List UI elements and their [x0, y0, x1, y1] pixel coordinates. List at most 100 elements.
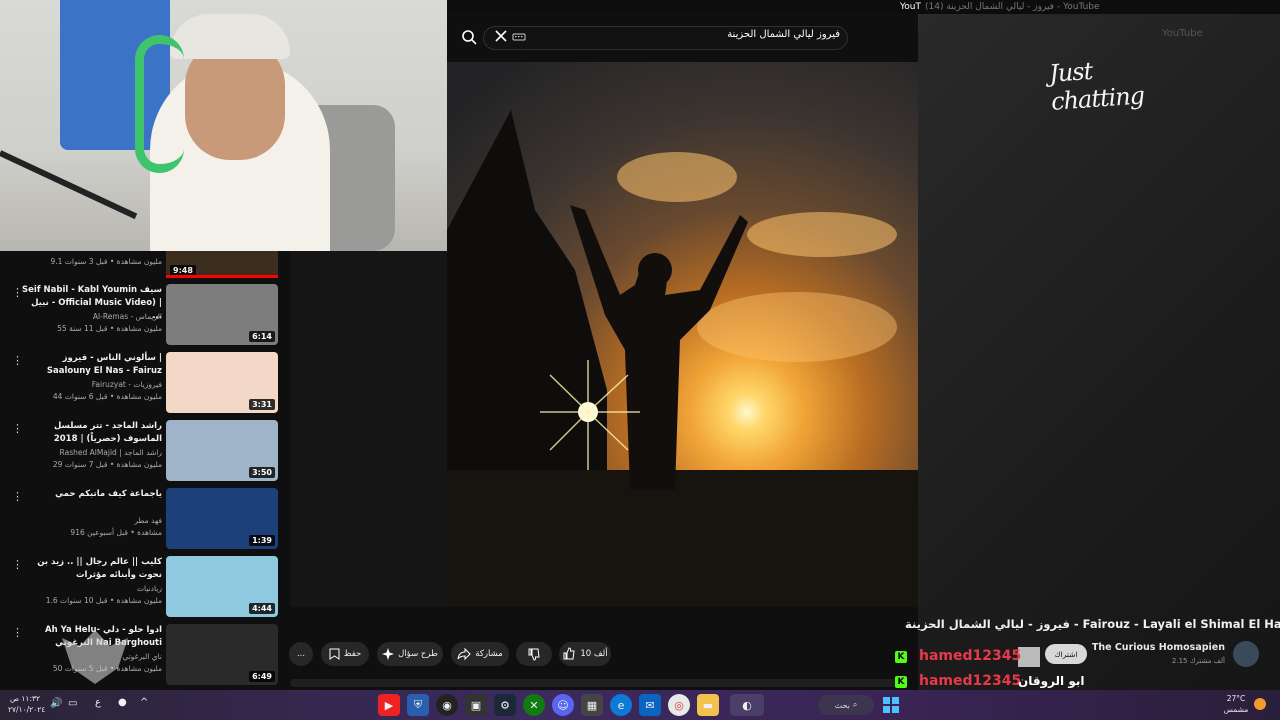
cloud — [747, 212, 897, 257]
duration: 3:50 — [249, 467, 275, 478]
channel-avatar[interactable] — [1233, 641, 1259, 667]
share-icon — [457, 647, 471, 661]
video-meta: 1.6 مليون مشاهدة • قبل 10 سنوات — [45, 596, 162, 605]
cloud — [617, 152, 737, 202]
more-button[interactable]: ... — [289, 642, 313, 666]
tab-title: YouT — [900, 2, 922, 12]
widgets-icon[interactable]: ◐ — [730, 694, 764, 716]
ask-button[interactable]: طرح سؤال — [377, 642, 443, 666]
mic-arm — [0, 150, 138, 220]
thumbnail[interactable]: 3:50 — [166, 420, 278, 481]
thumbnail[interactable]: 3:31 — [166, 352, 278, 413]
chrome-icon[interactable]: ◎ — [668, 694, 690, 716]
search-icon: ⌕ — [852, 700, 858, 709]
network-icon[interactable]: ▭ — [68, 698, 77, 709]
ground-silhouette — [447, 470, 918, 607]
youtube-logo: YouTube — [1162, 28, 1203, 39]
window-app-icon[interactable]: ▣ — [465, 694, 487, 716]
obs-icon[interactable]: ◉ — [436, 694, 458, 716]
thumbnail[interactable]: 6:49 — [166, 624, 278, 685]
chat-username: hamed12345 — [919, 673, 1022, 689]
more-vert-icon[interactable]: ⋮ — [12, 626, 23, 640]
video-title[interactable]: كليب || عالم رجال || .. زيد بن نحوت وأبن… — [22, 556, 162, 582]
youtube-app-icon[interactable]: ▶ — [378, 694, 400, 716]
xbox-icon[interactable]: ✕ — [523, 694, 545, 716]
more-vert-icon[interactable]: ⋮ — [12, 354, 23, 368]
volume-icon[interactable]: 🔊 — [50, 698, 62, 709]
shield-app-icon[interactable]: ⛨ — [407, 694, 429, 716]
clock[interactable]: ١١:٣٢ ص ٢٧/١٠/٢٠٢٤ — [8, 693, 45, 715]
ask-label: طرح سؤال — [398, 649, 438, 659]
more-vert-icon[interactable]: ⋮ — [12, 558, 23, 572]
dislike-button[interactable] — [516, 642, 552, 666]
search-query: فيروز ليالي الشمال الحزينة — [727, 29, 840, 40]
video-meta: 916 مشاهدة • قبل أسبوعين — [70, 528, 162, 537]
edge-icon[interactable]: e — [610, 694, 632, 716]
list-item[interactable]: ⋮ ياجماعة كيف ماتبكم حمي فهد مطر 916 مشاهدة… — [0, 486, 290, 550]
chat-message: ابو الروقان — [1018, 674, 1085, 688]
thumbnail[interactable]: 1:39 — [166, 488, 278, 549]
duration: 6:14 — [249, 331, 275, 342]
save-button[interactable]: حفظ — [321, 642, 369, 666]
mail-icon[interactable]: ✉ — [639, 694, 661, 716]
subscriber-count: 2.15 ألف مشترك — [1171, 657, 1225, 665]
channel-name[interactable]: Al-Remas - الريماس — [22, 312, 162, 321]
duration: 4:44 — [249, 603, 275, 614]
thumbnail[interactable]: 4:44 — [166, 556, 278, 617]
list-item[interactable]: ⋮ Ah Ya Helu- ادوا حلو - دلي البرغوتي Nai… — [0, 622, 290, 686]
chat-avatar — [1018, 647, 1040, 667]
just-chatting-logo: Just chatting — [1048, 56, 1145, 116]
thumbnail[interactable]: 9:48 — [166, 251, 278, 278]
close-icon[interactable] — [492, 27, 510, 45]
video-title[interactable]: سألوني الناس - فيروز | Saalouny El Nas -… — [22, 352, 162, 378]
store-icon[interactable]: ▦ — [581, 694, 603, 716]
sparkle-icon — [382, 648, 395, 660]
windows-start-icon[interactable] — [880, 694, 902, 716]
video-title: فيروز - ليالي الشمال الحزينة - Fairouz -… — [905, 617, 1280, 631]
list-item[interactable]: ⋮ Seif Nabil - Kabl Youmin سيف نبيل - Off… — [0, 282, 290, 346]
language-indicator[interactable]: ع — [95, 697, 101, 708]
taskbar-search[interactable]: بحث ⌕ — [818, 695, 874, 715]
weather-widget[interactable]: 27°C مشمس — [1218, 693, 1254, 715]
keyboard-icon[interactable] — [512, 29, 526, 43]
video-progress-bar[interactable] — [290, 679, 908, 687]
clock-time: ١١:٣٢ ص — [9, 694, 41, 703]
mic-icon[interactable]: ● — [118, 697, 127, 708]
more-vert-icon[interactable]: ⋮ — [12, 490, 23, 504]
chevron-up-icon[interactable]: ^ — [140, 697, 148, 708]
share-button[interactable]: مشاركة — [451, 642, 509, 666]
video-meta: 29 مليون مشاهدة • قبل 7 سنوات — [52, 460, 162, 469]
subscribe-button[interactable]: اشتراك — [1045, 644, 1087, 664]
thumbs-down-icon — [528, 648, 540, 661]
folder-icon[interactable]: ▬ — [697, 694, 719, 716]
video-meta: 55 مليون مشاهدة • قبل 11 سنة — [57, 324, 162, 333]
channel-name[interactable]: زيادنيات — [22, 584, 162, 593]
weather-desc: مشمس — [1223, 705, 1249, 714]
cap — [170, 14, 290, 59]
thumbs-up-icon — [563, 647, 575, 660]
channel-name[interactable]: Rashed AlMajid | راشد الماجد — [22, 448, 162, 457]
list-item[interactable]: ⋮ سألوني الناس - فيروز | Saalouny El Nas … — [0, 350, 290, 414]
steam-icon[interactable]: ⚙ — [494, 694, 516, 716]
weather-temp: 27°C — [1226, 694, 1246, 703]
more-vert-icon[interactable]: ⋮ — [12, 422, 23, 436]
discord-icon[interactable]: ☺ — [552, 694, 574, 716]
channel-name[interactable]: فهد مطر — [22, 516, 162, 525]
search-icon[interactable] — [458, 26, 480, 48]
list-item[interactable]: ⋮ راشد الماجد - تتر مسلسل الماسوف (حصرياً… — [0, 418, 290, 482]
video-title[interactable]: ياجماعة كيف ماتبكم حمي — [22, 488, 162, 501]
list-item[interactable]: ⋮ كليب || عالم رجال || .. زيد بن نحوت وأب… — [0, 554, 290, 618]
channel-name[interactable]: The Curious Homosapien — [1090, 642, 1225, 653]
duration: 6:49 — [249, 671, 275, 682]
search-label: بحث — [834, 700, 850, 710]
sun-icon — [1254, 698, 1266, 710]
video-title[interactable]: راشد الماجد - تتر مسلسل الماسوف (حصرياً)… — [22, 420, 162, 446]
watched-progress — [166, 275, 278, 278]
like-button[interactable]: 10 ألف — [559, 642, 611, 666]
thumbnail[interactable]: 6:14 — [166, 284, 278, 345]
channel-name[interactable]: Fairuzyat - فيروزيات — [22, 380, 162, 389]
video-meta: 9.1 مليون مشاهدة • قبل 3 سنوات — [50, 257, 163, 266]
more-vert-icon[interactable]: ⋮ — [12, 286, 23, 300]
streamer-logo — [62, 630, 128, 684]
share-label: مشاركة — [475, 649, 503, 659]
